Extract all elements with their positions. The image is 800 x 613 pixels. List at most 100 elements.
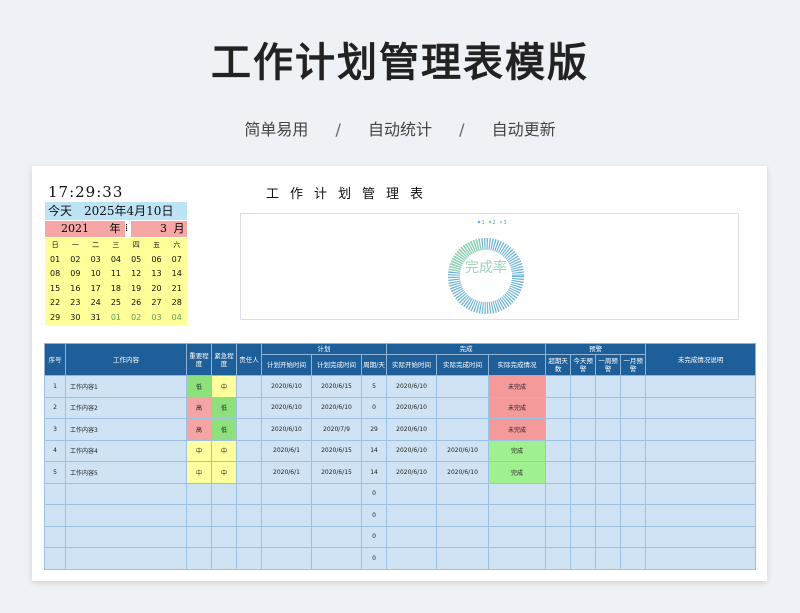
row-plan-start[interactable]: 2020/6/10 — [261, 396, 312, 419]
row-empty-cell[interactable] — [436, 482, 490, 505]
row-content[interactable]: 工作内容2 — [65, 396, 187, 419]
calendar-month-spinner[interactable]: 3 — [131, 221, 171, 237]
row-plan-end[interactable]: 2020/7/9 — [311, 418, 362, 441]
row-empty-cell[interactable] — [186, 525, 212, 548]
row-empty-cell[interactable] — [211, 525, 237, 548]
row-empty-cell[interactable] — [311, 504, 362, 527]
calendar-day[interactable]: 03 — [146, 311, 166, 326]
row-empty-cell[interactable] — [236, 525, 262, 548]
row-urgency[interactable]: 低 — [211, 396, 237, 419]
row-owner[interactable] — [236, 439, 262, 462]
row-empty-cell[interactable] — [545, 504, 572, 527]
row-index[interactable]: 1 — [44, 375, 66, 398]
row-owner[interactable] — [236, 375, 262, 398]
row-actual-start[interactable]: 2020/6/10 — [386, 418, 438, 441]
row-importance[interactable]: 中 — [186, 461, 212, 484]
row-content[interactable]: 工作内容5 — [65, 461, 187, 484]
row-empty-cell[interactable] — [261, 547, 312, 570]
row-empty-cell[interactable] — [545, 375, 572, 398]
calendar-day[interactable]: 21 — [167, 282, 187, 297]
row-empty-cell[interactable] — [545, 439, 572, 462]
row-empty-cell[interactable] — [595, 396, 622, 419]
calendar-day[interactable]: 29 — [45, 311, 65, 326]
row-empty-cell[interactable] — [570, 504, 597, 527]
row-period[interactable]: 0 — [360, 482, 388, 505]
row-empty-cell[interactable] — [620, 504, 647, 527]
row-empty-cell[interactable] — [570, 461, 597, 484]
row-empty-cell[interactable] — [645, 375, 757, 398]
row-urgency[interactable]: 中 — [211, 375, 237, 398]
row-empty-cell[interactable] — [386, 504, 438, 527]
row-status[interactable]: 未完成 — [488, 375, 547, 398]
row-plan-end[interactable]: 2020/6/15 — [311, 375, 362, 398]
calendar-day[interactable]: 12 — [126, 267, 146, 282]
row-empty-cell[interactable] — [645, 504, 757, 527]
row-empty-cell[interactable] — [545, 418, 572, 441]
calendar-day[interactable]: 28 — [167, 296, 187, 311]
row-empty-cell[interactable] — [570, 482, 597, 505]
row-empty-cell[interactable] — [645, 547, 757, 570]
row-importance[interactable]: 低 — [186, 375, 212, 398]
row-empty-cell[interactable] — [645, 418, 757, 441]
row-empty-cell[interactable] — [488, 504, 547, 527]
row-content[interactable]: 工作内容1 — [65, 375, 187, 398]
calendar-day[interactable]: 26 — [126, 296, 146, 311]
row-empty-cell[interactable] — [570, 375, 597, 398]
row-actual-end[interactable]: 2020/6/10 — [436, 439, 490, 462]
row-empty-cell[interactable] — [44, 525, 66, 548]
calendar-day[interactable]: 19 — [126, 282, 146, 297]
calendar-day[interactable]: 31 — [86, 311, 106, 326]
row-urgency[interactable]: 中 — [211, 461, 237, 484]
row-index[interactable]: 2 — [44, 396, 66, 419]
row-empty-cell[interactable] — [488, 547, 547, 570]
row-empty-cell[interactable] — [386, 547, 438, 570]
row-empty-cell[interactable] — [620, 396, 647, 419]
calendar-day[interactable]: 05 — [126, 253, 146, 268]
calendar-day[interactable]: 01 — [106, 311, 126, 326]
row-period[interactable]: 0 — [360, 525, 388, 548]
row-period[interactable]: 5 — [360, 375, 388, 398]
row-urgency[interactable]: 中 — [211, 439, 237, 462]
row-empty-cell[interactable] — [65, 482, 187, 505]
row-empty-cell[interactable] — [570, 396, 597, 419]
row-empty-cell[interactable] — [311, 525, 362, 548]
row-plan-start[interactable]: 2020/6/10 — [261, 418, 312, 441]
row-actual-end[interactable] — [436, 375, 490, 398]
row-empty-cell[interactable] — [570, 547, 597, 570]
row-owner[interactable] — [236, 461, 262, 484]
row-empty-cell[interactable] — [186, 547, 212, 570]
row-empty-cell[interactable] — [570, 525, 597, 548]
row-owner[interactable] — [236, 396, 262, 419]
row-actual-end[interactable]: 2020/6/10 — [436, 461, 490, 484]
row-empty-cell[interactable] — [570, 439, 597, 462]
row-empty-cell[interactable] — [65, 525, 187, 548]
row-empty-cell[interactable] — [261, 482, 312, 505]
row-empty-cell[interactable] — [436, 525, 490, 548]
row-empty-cell[interactable] — [645, 482, 757, 505]
row-empty-cell[interactable] — [236, 504, 262, 527]
row-empty-cell[interactable] — [261, 504, 312, 527]
row-status[interactable]: 完成 — [488, 461, 547, 484]
row-period[interactable]: 0 — [360, 547, 388, 570]
row-empty-cell[interactable] — [386, 525, 438, 548]
row-period[interactable]: 14 — [360, 461, 388, 484]
row-plan-end[interactable]: 2020/6/15 — [311, 461, 362, 484]
row-status[interactable]: 完成 — [488, 439, 547, 462]
row-importance[interactable]: 高 — [186, 418, 212, 441]
row-empty-cell[interactable] — [311, 547, 362, 570]
calendar-day[interactable]: 22 — [45, 296, 65, 311]
calendar-day[interactable]: 16 — [65, 282, 85, 297]
row-empty-cell[interactable] — [44, 547, 66, 570]
calendar-day[interactable]: 13 — [146, 267, 166, 282]
row-empty-cell[interactable] — [645, 461, 757, 484]
row-empty-cell[interactable] — [386, 482, 438, 505]
row-empty-cell[interactable] — [65, 547, 187, 570]
row-empty-cell[interactable] — [645, 396, 757, 419]
row-empty-cell[interactable] — [261, 525, 312, 548]
row-empty-cell[interactable] — [570, 418, 597, 441]
row-empty-cell[interactable] — [311, 482, 362, 505]
row-empty-cell[interactable] — [545, 396, 572, 419]
row-empty-cell[interactable] — [236, 547, 262, 570]
row-empty-cell[interactable] — [186, 504, 212, 527]
row-importance[interactable]: 高 — [186, 396, 212, 419]
